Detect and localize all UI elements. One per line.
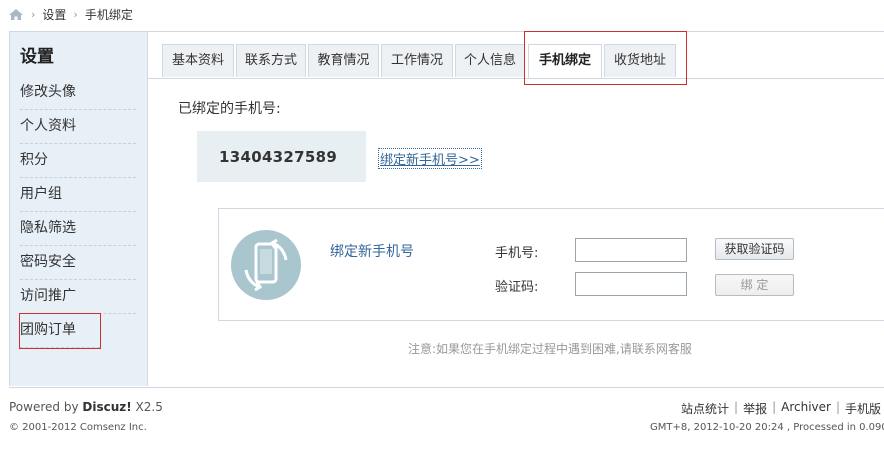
tab-highlight-box [524, 31, 687, 85]
tab-work[interactable]: 工作情况 [381, 44, 453, 77]
sidebar-item-profile[interactable]: 个人资料 [20, 110, 136, 144]
sidebar-item-password[interactable]: 密码安全 [20, 246, 136, 280]
powered-by: Powered by Discuz! X2.5 [9, 400, 163, 414]
tab-contact[interactable]: 联系方式 [236, 44, 306, 77]
chevron-right-icon: › [73, 7, 78, 21]
footer-link-report[interactable]: 举报 [743, 400, 767, 417]
footer-link-stats[interactable]: 站点统计 [681, 400, 729, 417]
sidebar-item-privacy[interactable]: 隐私筛选 [20, 212, 136, 246]
powered-version: X2.5 [131, 400, 163, 414]
footer-divider: | [772, 400, 777, 414]
footer-divider: | [835, 400, 841, 414]
footer-links: 站点统计| 举报| Archiver| 手机版| [676, 400, 884, 417]
bind-button[interactable]: 绑 定 [715, 274, 794, 296]
get-code-button[interactable]: 获取验证码 [715, 238, 794, 260]
breadcrumb-current: 手机绑定 [84, 7, 133, 22]
copyright: © 2001-2012 Comsenz Inc. [9, 422, 147, 433]
mobile-phone-icon [231, 230, 301, 300]
tab-personal-info[interactable]: 个人信息 [455, 44, 525, 77]
chevron-right-icon: › [31, 7, 36, 21]
sidebar-item-group-orders[interactable]: 团购订单 [19, 313, 101, 349]
bound-phone-label: 已绑定的手机号: [178, 101, 281, 117]
discuz-brand-link[interactable]: Discuz! [82, 400, 131, 414]
server-time-info: GMT+8, 2012-10-20 20:24 , Processed in 0… [650, 422, 884, 433]
sidebar-item-credits[interactable]: 积分 [20, 144, 136, 178]
bind-form-panel [218, 208, 884, 321]
footer-link-mobile[interactable]: 手机版 [845, 400, 881, 417]
breadcrumb-settings[interactable]: 设置 [42, 6, 66, 23]
bind-form-title: 绑定新手机号 [330, 244, 414, 260]
phone-field-label: 手机号: [495, 246, 539, 261]
code-field-label: 验证码: [495, 280, 539, 295]
phone-input[interactable] [575, 238, 687, 262]
footer-divider: | [734, 400, 739, 414]
bind-new-phone-link[interactable]: 绑定新手机号>> [378, 148, 482, 169]
sidebar-title: 设置 [20, 47, 54, 67]
tab-basic-info[interactable]: 基本资料 [162, 44, 234, 77]
powered-prefix: Powered by [9, 400, 83, 414]
notice-text: 注意:如果您在手机绑定过程中遇到困难,请联系网客服 [408, 342, 692, 356]
tab-education[interactable]: 教育情况 [308, 44, 379, 77]
home-icon[interactable] [8, 8, 24, 21]
breadcrumb: › 设置 › 手机绑定 [8, 5, 133, 23]
footer-link-archiver[interactable]: Archiver [781, 400, 831, 417]
sidebar: 设置 修改头像 个人资料 积分 用户组 隐私筛选 密码安全 访问推广 团购订单 [9, 32, 148, 386]
verification-code-input[interactable] [575, 272, 687, 296]
sidebar-item-promotion[interactable]: 访问推广 [20, 280, 136, 314]
sidebar-item-usergroup[interactable]: 用户组 [20, 178, 136, 212]
sidebar-item-avatar[interactable]: 修改头像 [20, 76, 136, 110]
bound-phone-number: 13404327589 [219, 148, 338, 166]
